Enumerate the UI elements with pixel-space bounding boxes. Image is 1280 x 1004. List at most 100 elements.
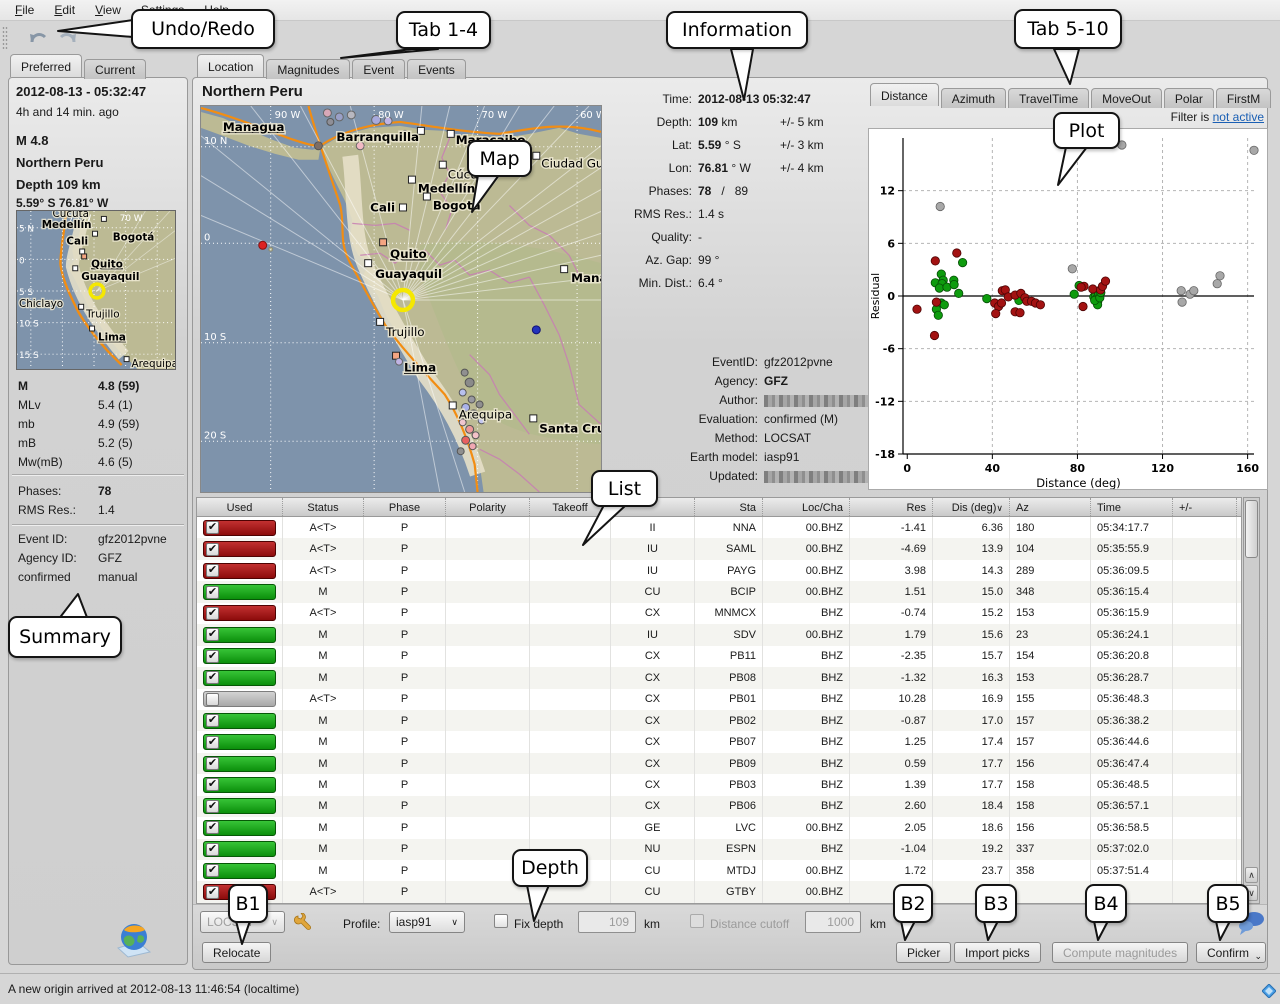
used-toggle[interactable]: ✔ [203,777,276,793]
data-point-automatic [992,309,1000,317]
plot-tab-azimuth[interactable]: Azimuth [941,88,1006,108]
plot-tab-traveltime[interactable]: TravelTime [1008,88,1089,108]
arrival-row-PB02[interactable]: ✔MPCXPB02BHZ-0.8717.015705:36:38.2 [197,710,1241,731]
distance-cutoff-input[interactable]: 1000 [805,911,861,933]
used-toggle[interactable] [203,691,276,707]
arrival-row-MNMCX[interactable]: ✔A<T>PCXMNMCXBHZ-0.7415.215305:36:15.9 [197,603,1241,624]
plot-tab-distance[interactable]: Distance [870,83,939,106]
svg-text:Residual: Residual [869,273,882,319]
residual-plot[interactable]: 1260-6-12-1804080120160Distance (deg)Res… [868,128,1268,490]
magnitude-row[interactable]: Mw(mB)4.6 (5) [10,452,186,471]
import-picks-button[interactable]: Import picks [954,942,1041,963]
callout-b2: B2 [893,884,933,923]
used-toggle[interactable]: ✔ [203,841,276,857]
filter-toggle-link[interactable]: not active [1213,110,1264,124]
used-toggle[interactable]: ✔ [203,713,276,729]
plot-tab-moveout[interactable]: MoveOut [1091,88,1162,108]
column-header-used[interactable]: Used [197,498,283,516]
used-toggle[interactable]: ✔ [203,520,276,536]
tab-location[interactable]: Location [197,54,264,77]
magnitude-row[interactable]: MLv5.4 (1) [10,395,186,414]
depth-input[interactable]: 109 [578,911,636,933]
arrival-row-BCIP[interactable]: ✔MPCUBCIP00.BHZ1.5115.034805:36:15.4 [197,581,1241,602]
used-toggle[interactable]: ✔ [203,756,276,772]
picker-button[interactable]: Picker [896,942,951,963]
arrival-row-MTDJ[interactable]: ✔MPCUMTDJ00.BHZ1.7223.735805:37:51.4 [197,860,1241,881]
checked-checkbox: ✔ [206,757,219,770]
data-point-automatic [953,249,961,257]
arrival-row-PB01[interactable]: A<T>PCXPB01BHZ10.2816.915505:36:48.3 [197,689,1241,710]
compute-magnitudes-button[interactable]: Compute magnitudes [1052,942,1188,963]
magnitude-row[interactable]: mB5.2 (5) [10,433,186,452]
city-marker-maracaibo [447,130,454,137]
column-header-phase[interactable]: Phase [364,498,446,516]
menu-item-view[interactable]: View [86,1,130,19]
data-point-automatic [913,305,921,313]
table-scrollbar[interactable]: ∧ ∨ [1243,497,1260,904]
used-toggle[interactable]: ✔ [203,820,276,836]
column-header-res[interactable]: Res [850,498,933,516]
plot-tab-firstm[interactable]: FirstM [1216,88,1271,108]
wrench-icon[interactable] [294,913,312,934]
toolbar-drag-handle[interactable] [2,26,8,50]
used-toggle[interactable]: ✔ [203,584,276,600]
redo-icon[interactable] [54,25,80,49]
relocate-button[interactable]: Relocate [202,942,271,963]
arrival-row-LVC[interactable]: ✔MPGELVC00.BHZ2.0518.615605:36:58.5 [197,817,1241,838]
arrival-row-PB09[interactable]: ✔MPCXPB09BHZ0.5917.715605:36:47.4 [197,753,1241,774]
mini-map[interactable]: 5 N 0 5 S 10 S 15 S 75 W 70 W CúcutaMede… [16,210,176,370]
column-header-status[interactable]: Status [283,498,364,516]
tab-event[interactable]: Event [352,59,405,79]
data-point-manual [958,258,966,266]
column-header-time[interactable]: Time [1091,498,1173,516]
used-toggle[interactable]: ✔ [203,605,276,621]
undo-icon[interactable] [26,25,52,49]
tab-current[interactable]: Current [84,59,146,79]
fix-depth-checkbox[interactable] [494,914,508,928]
used-toggle[interactable]: ✔ [203,541,276,557]
used-toggle[interactable]: ✔ [203,863,276,879]
main-map[interactable]: 90 W 80 W 70 W 60 W 10 N 0 10 S 20 S Man… [200,105,602,493]
arrival-row-PB08[interactable]: ✔MPCXPB08BHZ-1.3216.315305:36:28.7 [197,667,1241,688]
column-header-dis-deg-[interactable]: Dis (deg) ∨ [933,498,1010,516]
arrival-row-PB03[interactable]: ✔MPCXPB03BHZ1.3917.715805:36:48.5 [197,774,1241,795]
arrival-row-PAYG[interactable]: ✔A<T>PIUPAYG00.BHZ3.9814.328905:36:09.5 [197,560,1241,581]
city-label-cali: Cali [66,236,88,248]
confirm-button[interactable]: Confirm ⌄ [1196,942,1266,963]
data-point-automatic [1089,285,1097,293]
city-label-ciudad-gu: Ciudad Gu [541,157,601,171]
meta-row: Agency:GFZ [610,372,880,391]
arrival-row-PB07[interactable]: ✔MPCXPB07BHZ1.2517.415705:36:44.6 [197,731,1241,752]
column-header-az[interactable]: Az [1010,498,1091,516]
column-header-sta[interactable]: Sta [695,498,763,516]
used-toggle[interactable]: ✔ [203,648,276,664]
tab-events[interactable]: Events [407,59,466,79]
profile-select[interactable]: iasp91∨ [389,911,465,933]
used-toggle[interactable]: ✔ [203,670,276,686]
distance-cutoff-checkbox[interactable] [690,914,704,928]
arrival-row-NNA[interactable]: ✔A<T>PIINNA00.BHZ-1.416.3618005:34:17.7 [197,517,1241,538]
city-marker-lima [90,326,95,331]
column-header-polarity[interactable]: Polarity [446,498,530,516]
arrival-row-ESPN[interactable]: ✔MPNUESPNBHZ-1.0419.233705:37:02.0 [197,839,1241,860]
tab-magnitudes[interactable]: Magnitudes [266,59,350,79]
used-toggle[interactable]: ✔ [203,734,276,750]
scrollbar-thumb[interactable] [1245,500,1258,558]
used-toggle[interactable]: ✔ [203,627,276,643]
used-toggle[interactable]: ✔ [203,563,276,579]
tab-preferred[interactable]: Preferred [10,54,82,77]
arrival-row-PB06[interactable]: ✔MPCXPB06BHZ2.6018.415805:36:57.1 [197,796,1241,817]
arrival-row-SAML[interactable]: ✔A<T>PIUSAML00.BHZ-4.6913.910405:35:55.9 [197,538,1241,559]
menu-item-file[interactable]: File [6,1,43,19]
scroll-up-icon[interactable]: ∧ [1245,867,1258,883]
column-header-loc/cha[interactable]: Loc/Cha [763,498,850,516]
menu-item-edit[interactable]: Edit [45,1,84,19]
used-toggle[interactable]: ✔ [203,798,276,814]
arrival-row-PB11[interactable]: ✔MPCXPB11BHZ-2.3515.715405:36:20.8 [197,646,1241,667]
arrival-row-SDV[interactable]: ✔MPIUSDV00.BHZ1.7915.62305:36:24.1 [197,624,1241,645]
table-header[interactable]: UsedStatusPhasePolarityTakeoffStaLoc/Cha… [197,498,1241,517]
plot-tab-polar[interactable]: Polar [1164,88,1214,108]
magnitude-row[interactable]: M4.8 (59) [10,376,186,395]
magnitude-row[interactable]: mb4.9 (59) [10,414,186,433]
column-header-+/-[interactable]: +/- [1173,498,1237,516]
